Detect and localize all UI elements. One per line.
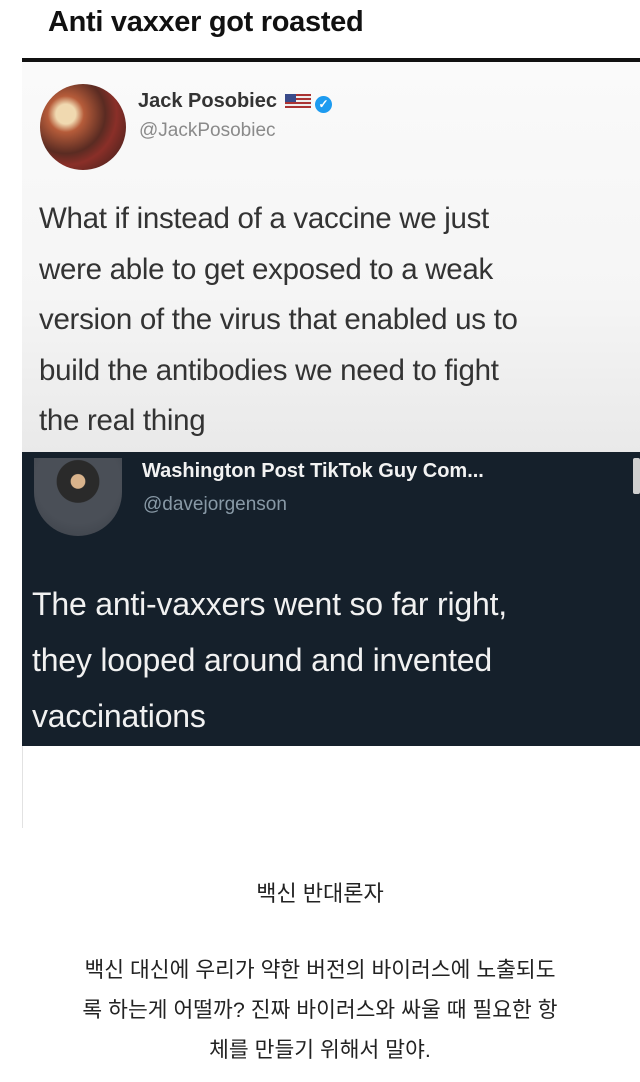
tweet-line: were able to get exposed to a weak bbox=[39, 252, 493, 286]
translation-text: 백신 대신에 우리가 약한 버전의 바이러스에 노출되도 록 하는게 어떨까? … bbox=[18, 950, 622, 1070]
translation-line: 록 하는게 어떨까? 진짜 바이러스와 싸울 때 필요한 항 bbox=[82, 998, 558, 1022]
us-flag-icon bbox=[284, 94, 311, 108]
post-title: Anti vaxxer got roasted bbox=[48, 6, 364, 38]
tweet-line: vaccinations bbox=[32, 698, 206, 734]
tweet-line: the real thing bbox=[39, 404, 206, 437]
tweet-text: What if instead of a vaccine we just wer… bbox=[39, 194, 629, 447]
original-tweet: Jack Posobiec ✓ @JackPosobiec What if ins… bbox=[22, 62, 640, 452]
tweet-line: they looped around and invented bbox=[32, 642, 492, 678]
caption: 백신 반대론자 bbox=[256, 881, 384, 906]
translation-line: 백신 대신에 우리가 약한 버전의 바이러스에 노출되도 bbox=[84, 958, 556, 982]
avatar bbox=[40, 84, 126, 170]
verified-badge-icon: ✓ bbox=[314, 96, 332, 113]
avatar bbox=[34, 458, 122, 536]
edge-mark bbox=[633, 458, 640, 494]
tweet-line: The anti-vaxxers went so far right, bbox=[32, 586, 507, 622]
author-name: Jack Posobiec bbox=[138, 90, 277, 112]
author-handle: @JackPosobiec bbox=[139, 120, 276, 141]
tweet-line: build the antibodies we need to fight bbox=[39, 353, 499, 387]
tweet-line: What if instead of a vaccine we just bbox=[39, 202, 489, 235]
author-name-row: Jack Posobiec ✓ bbox=[138, 90, 332, 113]
reply-tweet: Washington Post TikTok Guy Com... @davej… bbox=[22, 452, 640, 746]
translation-line: 체를 만들기 위해서 말야. bbox=[209, 1038, 431, 1062]
tweet-text: The anti-vaxxers went so far right, they… bbox=[32, 576, 632, 744]
author-handle: @davejorgenson bbox=[143, 494, 287, 515]
author-name: Washington Post TikTok Guy Com... bbox=[142, 460, 484, 482]
tweet-line: version of the virus that enabled us to bbox=[39, 303, 518, 336]
